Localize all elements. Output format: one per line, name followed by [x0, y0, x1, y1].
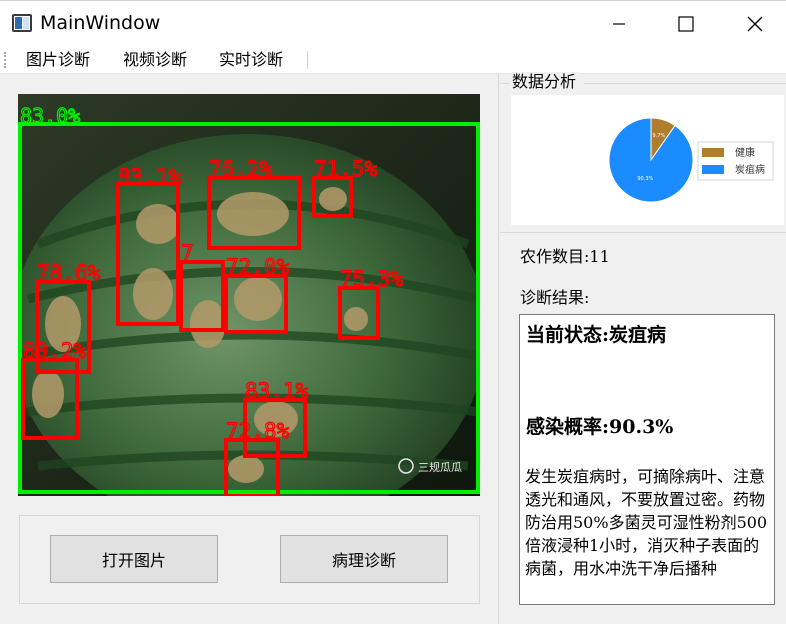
maximize-button[interactable]: [655, 1, 717, 47]
maximize-icon: [678, 16, 694, 32]
overall-confidence-label: 83.0%: [20, 104, 80, 128]
menu-bar: 图片诊断 视频诊断 实时诊断: [0, 46, 786, 74]
diagnosis-image: 83.0% 83.1% 76.2% 71.5% 78.6% 7 72.0% 75…: [18, 94, 480, 496]
pie-data-label-1: 90.3%: [637, 176, 653, 182]
legend-swatch-anthracnose: [702, 165, 724, 174]
data-analysis-group-title: 数据分析: [512, 72, 579, 92]
lesion-confidence-label: 80.2%: [23, 339, 87, 363]
menu-grip-handle[interactable]: [4, 52, 6, 68]
window-title: MainWindow: [40, 12, 161, 34]
menu-image-diagnosis[interactable]: 图片诊断: [26, 49, 90, 71]
app-window-icon: [12, 14, 32, 32]
open-image-button[interactable]: 打开图片: [50, 535, 218, 583]
pie-slice-1: [608, 117, 694, 203]
legend-swatch-healthy: [702, 148, 724, 157]
menu-video-diagnosis[interactable]: 视频诊断: [123, 49, 187, 71]
legend-label-healthy: 健康: [735, 146, 755, 159]
chart-legend: 健康 炭疽病: [697, 141, 774, 181]
lesion-confidence-label: 83.1%: [245, 379, 309, 403]
menu-realtime-diagnosis[interactable]: 实时诊断: [219, 49, 283, 71]
menu-separator: [307, 51, 308, 69]
pie-chart: 9.7% 90.3% 健康 炭疽病: [608, 117, 774, 203]
lesion-confidence-label: 75.3%: [340, 267, 404, 291]
lesion-confidence-label: 7: [181, 241, 194, 265]
horizontal-splitter[interactable]: [500, 232, 786, 233]
close-icon: [747, 16, 763, 32]
minimize-icon: [613, 23, 625, 25]
group-frame-line: [500, 83, 510, 84]
diagnose-button[interactable]: 病理诊断: [280, 535, 448, 583]
action-panel: 打开图片 病理诊断: [19, 515, 480, 604]
legend-label-anthracnose: 炭疽病: [735, 163, 765, 176]
group-frame-line: [584, 83, 786, 84]
lesion-confidence-label: 78.6%: [37, 261, 101, 285]
pie-data-label-0: 9.7%: [652, 133, 665, 139]
watermark-text: 三规瓜瓜: [418, 460, 462, 474]
diagnosis-result-label: 诊断结果:: [520, 288, 590, 307]
diagnosis-result-text[interactable]: 当前状态:炭疽病 感染概率:90.3% 发生炭疽病时，可摘除病叶、注意透光和通风…: [519, 314, 775, 605]
lesion-confidence-label: 72.8%: [226, 419, 290, 443]
pie-chart-panel: 9.7% 90.3% 健康 炭疽病: [511, 95, 784, 225]
infection-probability-text: 感染概率:90.3%: [526, 416, 674, 438]
current-status-text: 当前状态:炭疽病: [526, 324, 667, 346]
minimize-button[interactable]: [588, 1, 650, 47]
lesion-confidence-label: 72.0%: [226, 255, 290, 279]
lesion-confidence-label: 71.5%: [314, 157, 378, 181]
title-bar: MainWindow: [0, 0, 786, 46]
lesion-confidence-label: 83.1%: [118, 165, 182, 189]
lesion-confidence-label: 76.2%: [209, 157, 273, 181]
crop-count-label: 农作数目:11: [520, 247, 610, 266]
treatment-advice-text: 发生炭疽病时，可摘除病叶、注意透光和通风，不要放置过密。药物防治用50%多菌灵可…: [525, 467, 768, 578]
vertical-splitter[interactable]: [498, 74, 499, 624]
close-button[interactable]: [724, 1, 786, 47]
